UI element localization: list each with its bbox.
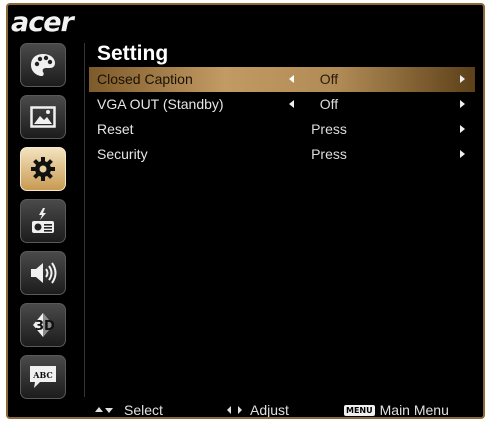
left-right-arrows-icon xyxy=(227,406,242,414)
sidebar: 3D ABC xyxy=(20,43,66,401)
sidebar-item-image[interactable] xyxy=(20,95,66,139)
menu-row-closed-caption[interactable]: Closed Caption Off xyxy=(89,67,475,92)
osd-window: acer 3D ABC Setting Closed Caption Off V… xyxy=(6,3,485,419)
row-label: Reset xyxy=(97,121,134,137)
divider xyxy=(84,43,85,397)
menu-row-security[interactable]: Security Press xyxy=(89,142,475,167)
row-label: Security xyxy=(97,146,148,162)
up-down-arrows-icon xyxy=(95,407,113,413)
settings-menu: Closed Caption Off VGA OUT (Standby) Off… xyxy=(89,67,475,167)
sidebar-item-management[interactable] xyxy=(20,199,66,243)
picture-icon xyxy=(30,106,56,128)
speech-bubble-icon: ABC xyxy=(30,366,56,388)
page-title: Setting xyxy=(97,42,169,65)
hint-main-menu: MENU Main Menu xyxy=(344,401,449,418)
row-value: Off xyxy=(319,71,339,87)
hint-select: Select xyxy=(94,401,163,418)
right-arrow-icon[interactable] xyxy=(460,150,465,158)
menu-row-vga-out[interactable]: VGA OUT (Standby) Off xyxy=(89,92,475,117)
row-value: Press xyxy=(311,121,347,137)
sidebar-item-3d[interactable]: 3D xyxy=(20,303,66,347)
right-arrow-icon[interactable] xyxy=(460,125,465,133)
menu-row-reset[interactable]: Reset Press xyxy=(89,117,475,142)
projector-icon xyxy=(32,208,54,233)
row-value: Press xyxy=(311,146,347,162)
sidebar-item-color[interactable] xyxy=(20,43,66,87)
speaker-icon xyxy=(31,262,57,284)
right-arrow-icon[interactable] xyxy=(460,100,465,108)
row-label: VGA OUT (Standby) xyxy=(97,96,224,112)
sidebar-item-audio[interactable] xyxy=(20,251,66,295)
menu-key-icon: MENU xyxy=(344,404,375,416)
row-value: Off xyxy=(319,96,339,112)
abc-badge-text: ABC xyxy=(32,370,52,380)
right-arrow-icon[interactable] xyxy=(460,75,465,83)
3d-icon: 3D xyxy=(33,313,55,337)
main-menu-label: Main Menu xyxy=(379,402,449,418)
hint-adjust: Adjust xyxy=(226,401,289,418)
adjust-label: Adjust xyxy=(250,402,289,418)
3d-badge-text: 3D xyxy=(35,319,55,334)
select-label: Select xyxy=(124,402,163,418)
sidebar-item-language[interactable]: ABC xyxy=(20,355,66,399)
footer-hints: Select Adjust MENU Main Menu xyxy=(8,401,483,418)
palette-icon xyxy=(31,54,55,76)
row-label: Closed Caption xyxy=(97,71,193,87)
sidebar-item-setting[interactable] xyxy=(20,147,66,191)
gear-icon xyxy=(31,157,55,181)
acer-logo: acer xyxy=(11,7,74,38)
